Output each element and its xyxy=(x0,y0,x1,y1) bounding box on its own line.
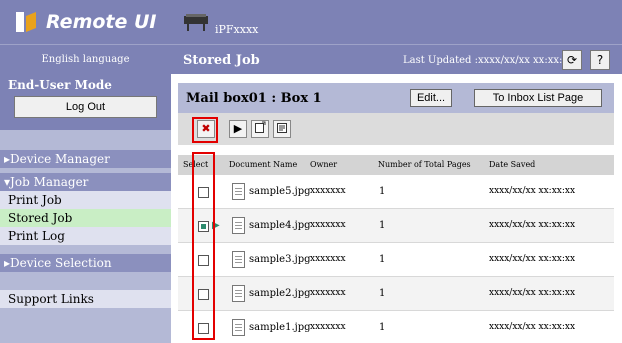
table-row: sample1.jpg xxxxxxx 1 xxxx/xx/xx xx:xx:x… xyxy=(178,311,614,343)
language-link[interactable]: English language xyxy=(0,44,171,74)
help-button[interactable]: ? xyxy=(590,50,610,70)
refresh-button[interactable]: ⟳ xyxy=(562,50,582,70)
owner: xxxxxxx xyxy=(310,220,346,230)
properties-button[interactable] xyxy=(273,120,291,138)
job-toolbar: ✖ ▶ xyxy=(178,113,614,145)
move-icon xyxy=(255,121,266,133)
document-icon xyxy=(232,183,245,200)
selected-play-icon: ▶ xyxy=(212,220,220,231)
logo-text: Remote UI xyxy=(46,11,157,33)
col-date-saved: Date Saved xyxy=(489,160,536,169)
date-saved: xxxx/xx/xx xx:xx:xx xyxy=(489,186,576,196)
mailbox-title: Mail box01 : Box 1 xyxy=(186,91,322,106)
col-owner: Owner xyxy=(310,160,338,169)
select-checkbox[interactable] xyxy=(198,221,209,232)
last-updated: Last Updated :xxxx/xx/xx xx:xx:xx xyxy=(403,55,574,66)
select-checkbox[interactable] xyxy=(198,289,209,300)
document-name: sample5.jpg xyxy=(249,186,311,197)
select-checkbox[interactable] xyxy=(198,255,209,266)
sidebar-item-job-manager[interactable]: ▾Job Manager xyxy=(0,173,171,191)
sidebar-item-label: Job Manager xyxy=(10,175,89,189)
owner: xxxxxxx xyxy=(310,322,346,332)
mode-area: End-User Mode Log Out xyxy=(0,74,171,130)
document-name: sample4.jpg xyxy=(249,220,311,231)
document-icon xyxy=(232,217,245,234)
refresh-icon: ⟳ xyxy=(566,53,578,67)
table-row: sample2.jpg xxxxxxx 1 xxxx/xx/xx xx:xx:x… xyxy=(178,277,614,311)
date-saved: xxxx/xx/xx xx:xx:xx xyxy=(489,220,576,230)
mode-label: End-User Mode xyxy=(8,78,112,92)
sidebar-item-print-job[interactable]: Print Job xyxy=(0,191,171,209)
printer-name: iPFxxxx xyxy=(215,22,259,36)
sidebar-item-device-manager[interactable]: ▸Device Manager xyxy=(0,150,171,168)
col-document-name: Document Name xyxy=(229,160,298,169)
date-saved: xxxx/xx/xx xx:xx:xx xyxy=(489,254,576,264)
sidebar-item-label: Device Manager xyxy=(10,152,110,166)
select-checkbox[interactable] xyxy=(198,187,209,198)
top-bar: iPFxxxx xyxy=(171,0,622,44)
total-pages: 1 xyxy=(379,186,386,197)
logo: Remote UI xyxy=(0,0,171,44)
printer-icon xyxy=(183,12,209,32)
owner: xxxxxxx xyxy=(310,186,346,196)
table-row: ▶ sample4.jpg xxxxxxx 1 xxxx/xx/xx xx:xx… xyxy=(178,209,614,243)
total-pages: 1 xyxy=(379,288,386,299)
remote-ui-logo-icon xyxy=(12,8,40,36)
print-button[interactable]: ▶ xyxy=(229,120,247,138)
edit-button[interactable]: Edit... xyxy=(410,89,452,107)
title-bar: Stored Job Last Updated :xxxx/xx/xx xx:x… xyxy=(171,44,622,74)
date-saved: xxxx/xx/xx xx:xx:xx xyxy=(489,322,576,332)
table-header: Select Document Name Owner Number of Tot… xyxy=(178,155,614,175)
total-pages: 1 xyxy=(379,220,386,231)
document-name: sample1.jpg xyxy=(249,322,311,333)
select-checkbox[interactable] xyxy=(198,323,209,334)
document-name: sample2.jpg xyxy=(249,288,311,299)
total-pages: 1 xyxy=(379,254,386,265)
total-pages: 1 xyxy=(379,322,386,333)
sidebar-item-device-selection[interactable]: ▸Device Selection xyxy=(0,254,171,272)
table-row: sample5.jpg xxxxxxx 1 xxxx/xx/xx xx:xx:x… xyxy=(178,175,614,209)
properties-icon xyxy=(277,123,287,133)
table-row: sample3.jpg xxxxxxx 1 xxxx/xx/xx xx:xx:x… xyxy=(178,243,614,277)
owner: xxxxxxx xyxy=(310,288,346,298)
col-select: Select xyxy=(183,160,209,169)
logout-button[interactable]: Log Out xyxy=(14,96,157,118)
delete-button[interactable]: ✖ xyxy=(197,120,215,138)
move-button[interactable] xyxy=(251,120,269,138)
document-name: sample3.jpg xyxy=(249,254,311,265)
sidebar-item-label: Device Selection xyxy=(10,256,112,270)
page-title: Stored Job xyxy=(183,53,260,68)
date-saved: xxxx/xx/xx xx:xx:xx xyxy=(489,288,576,298)
col-total-pages: Number of Total Pages xyxy=(378,160,471,169)
sidebar-item-support-links[interactable]: Support Links xyxy=(0,290,171,308)
inbox-list-button[interactable]: To Inbox List Page xyxy=(474,89,602,107)
document-icon xyxy=(232,285,245,302)
sidebar-item-stored-job[interactable]: Stored Job xyxy=(0,209,171,227)
panel-header: Mail box01 : Box 1 Edit... To Inbox List… xyxy=(178,83,614,113)
owner: xxxxxxx xyxy=(310,254,346,264)
document-icon xyxy=(232,319,245,336)
document-icon xyxy=(232,251,245,268)
sidebar-item-print-log[interactable]: Print Log xyxy=(0,227,171,245)
stored-job-panel: Mail box01 : Box 1 Edit... To Inbox List… xyxy=(178,83,614,341)
